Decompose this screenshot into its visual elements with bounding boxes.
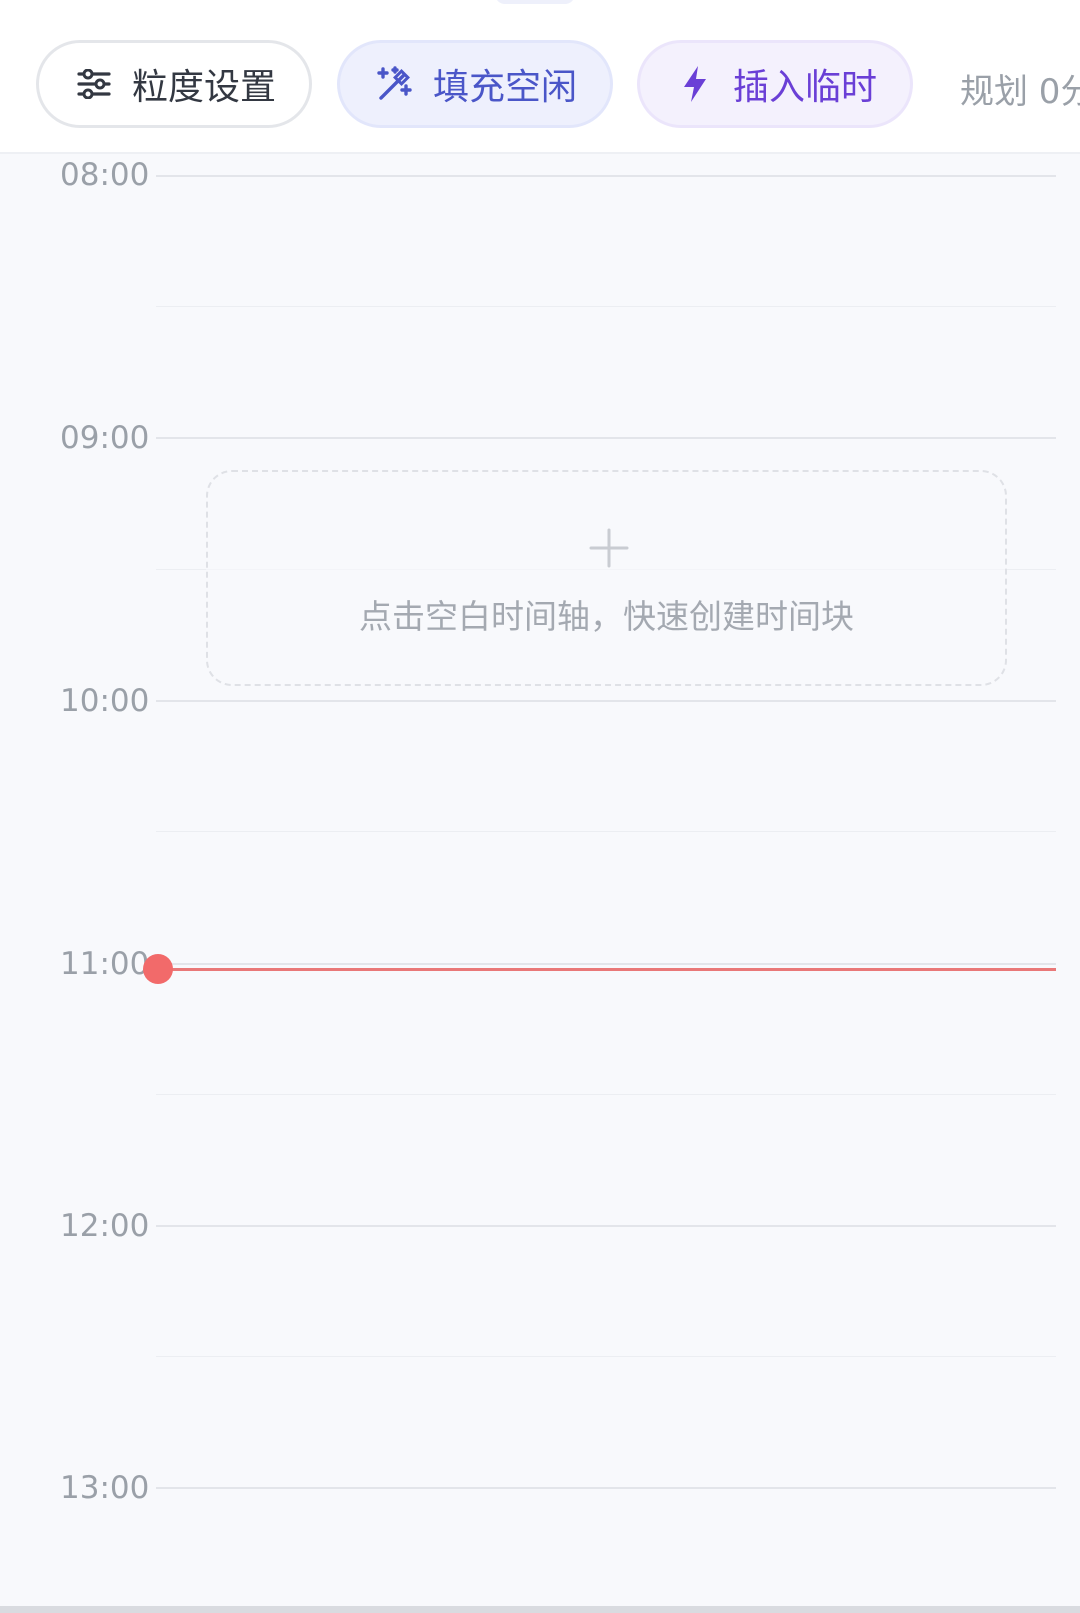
- plan-summary: 规划 0分: [960, 72, 1080, 112]
- timeline[interactable]: 08:00 09:00 10:00 11:00 12:00 13:00 点击空白…: [0, 154, 1080, 1613]
- half-hour-line: [156, 1094, 1056, 1095]
- fill-idle-button[interactable]: 填充空闲: [337, 40, 613, 128]
- empty-hint-text: 点击空白时间轴，快速创建时间块: [359, 597, 854, 636]
- insert-temporary-label: 插入临时: [732, 67, 877, 108]
- granularity-settings-label: 粒度设置: [131, 67, 276, 108]
- hour-label-09: 09:00: [60, 420, 150, 456]
- hour-line: [156, 700, 1056, 702]
- hour-label-10: 10:00: [60, 683, 150, 719]
- hour-label-08: 08:00: [60, 157, 150, 193]
- half-hour-line: [156, 831, 1056, 832]
- magic-wand-icon: [373, 62, 417, 106]
- lightning-icon: [673, 62, 717, 106]
- toolbar: 粒度设置 填充空闲 插入临时 规划 0分: [0, 0, 1080, 154]
- half-hour-line: [156, 1356, 1056, 1357]
- hour-line: [156, 1487, 1056, 1489]
- half-hour-line: [156, 306, 1056, 307]
- day-planner-screen: 粒度设置 填充空闲 插入临时 规划 0分 08:00 09:00 10:00 1…: [0, 0, 1080, 1613]
- current-time-line: [156, 968, 1056, 971]
- hour-line: [156, 963, 1056, 965]
- plus-icon: [589, 528, 629, 568]
- current-time-dot: [143, 954, 173, 984]
- top-sliver: [495, 0, 575, 4]
- hour-line: [156, 1225, 1056, 1227]
- hour-line: [156, 175, 1056, 177]
- create-time-block-hint[interactable]: 点击空白时间轴，快速创建时间块: [206, 470, 1007, 686]
- insert-temporary-button[interactable]: 插入临时: [637, 40, 913, 128]
- hour-line: [156, 437, 1056, 439]
- granularity-settings-button[interactable]: 粒度设置: [36, 40, 312, 128]
- sliders-icon: [72, 62, 116, 106]
- hour-label-12: 12:00: [60, 1208, 150, 1244]
- bottom-edge: [0, 1606, 1080, 1613]
- fill-idle-label: 填充空闲: [432, 67, 577, 108]
- hour-label-13: 13:00: [60, 1470, 150, 1506]
- hour-label-11: 11:00: [60, 946, 150, 982]
